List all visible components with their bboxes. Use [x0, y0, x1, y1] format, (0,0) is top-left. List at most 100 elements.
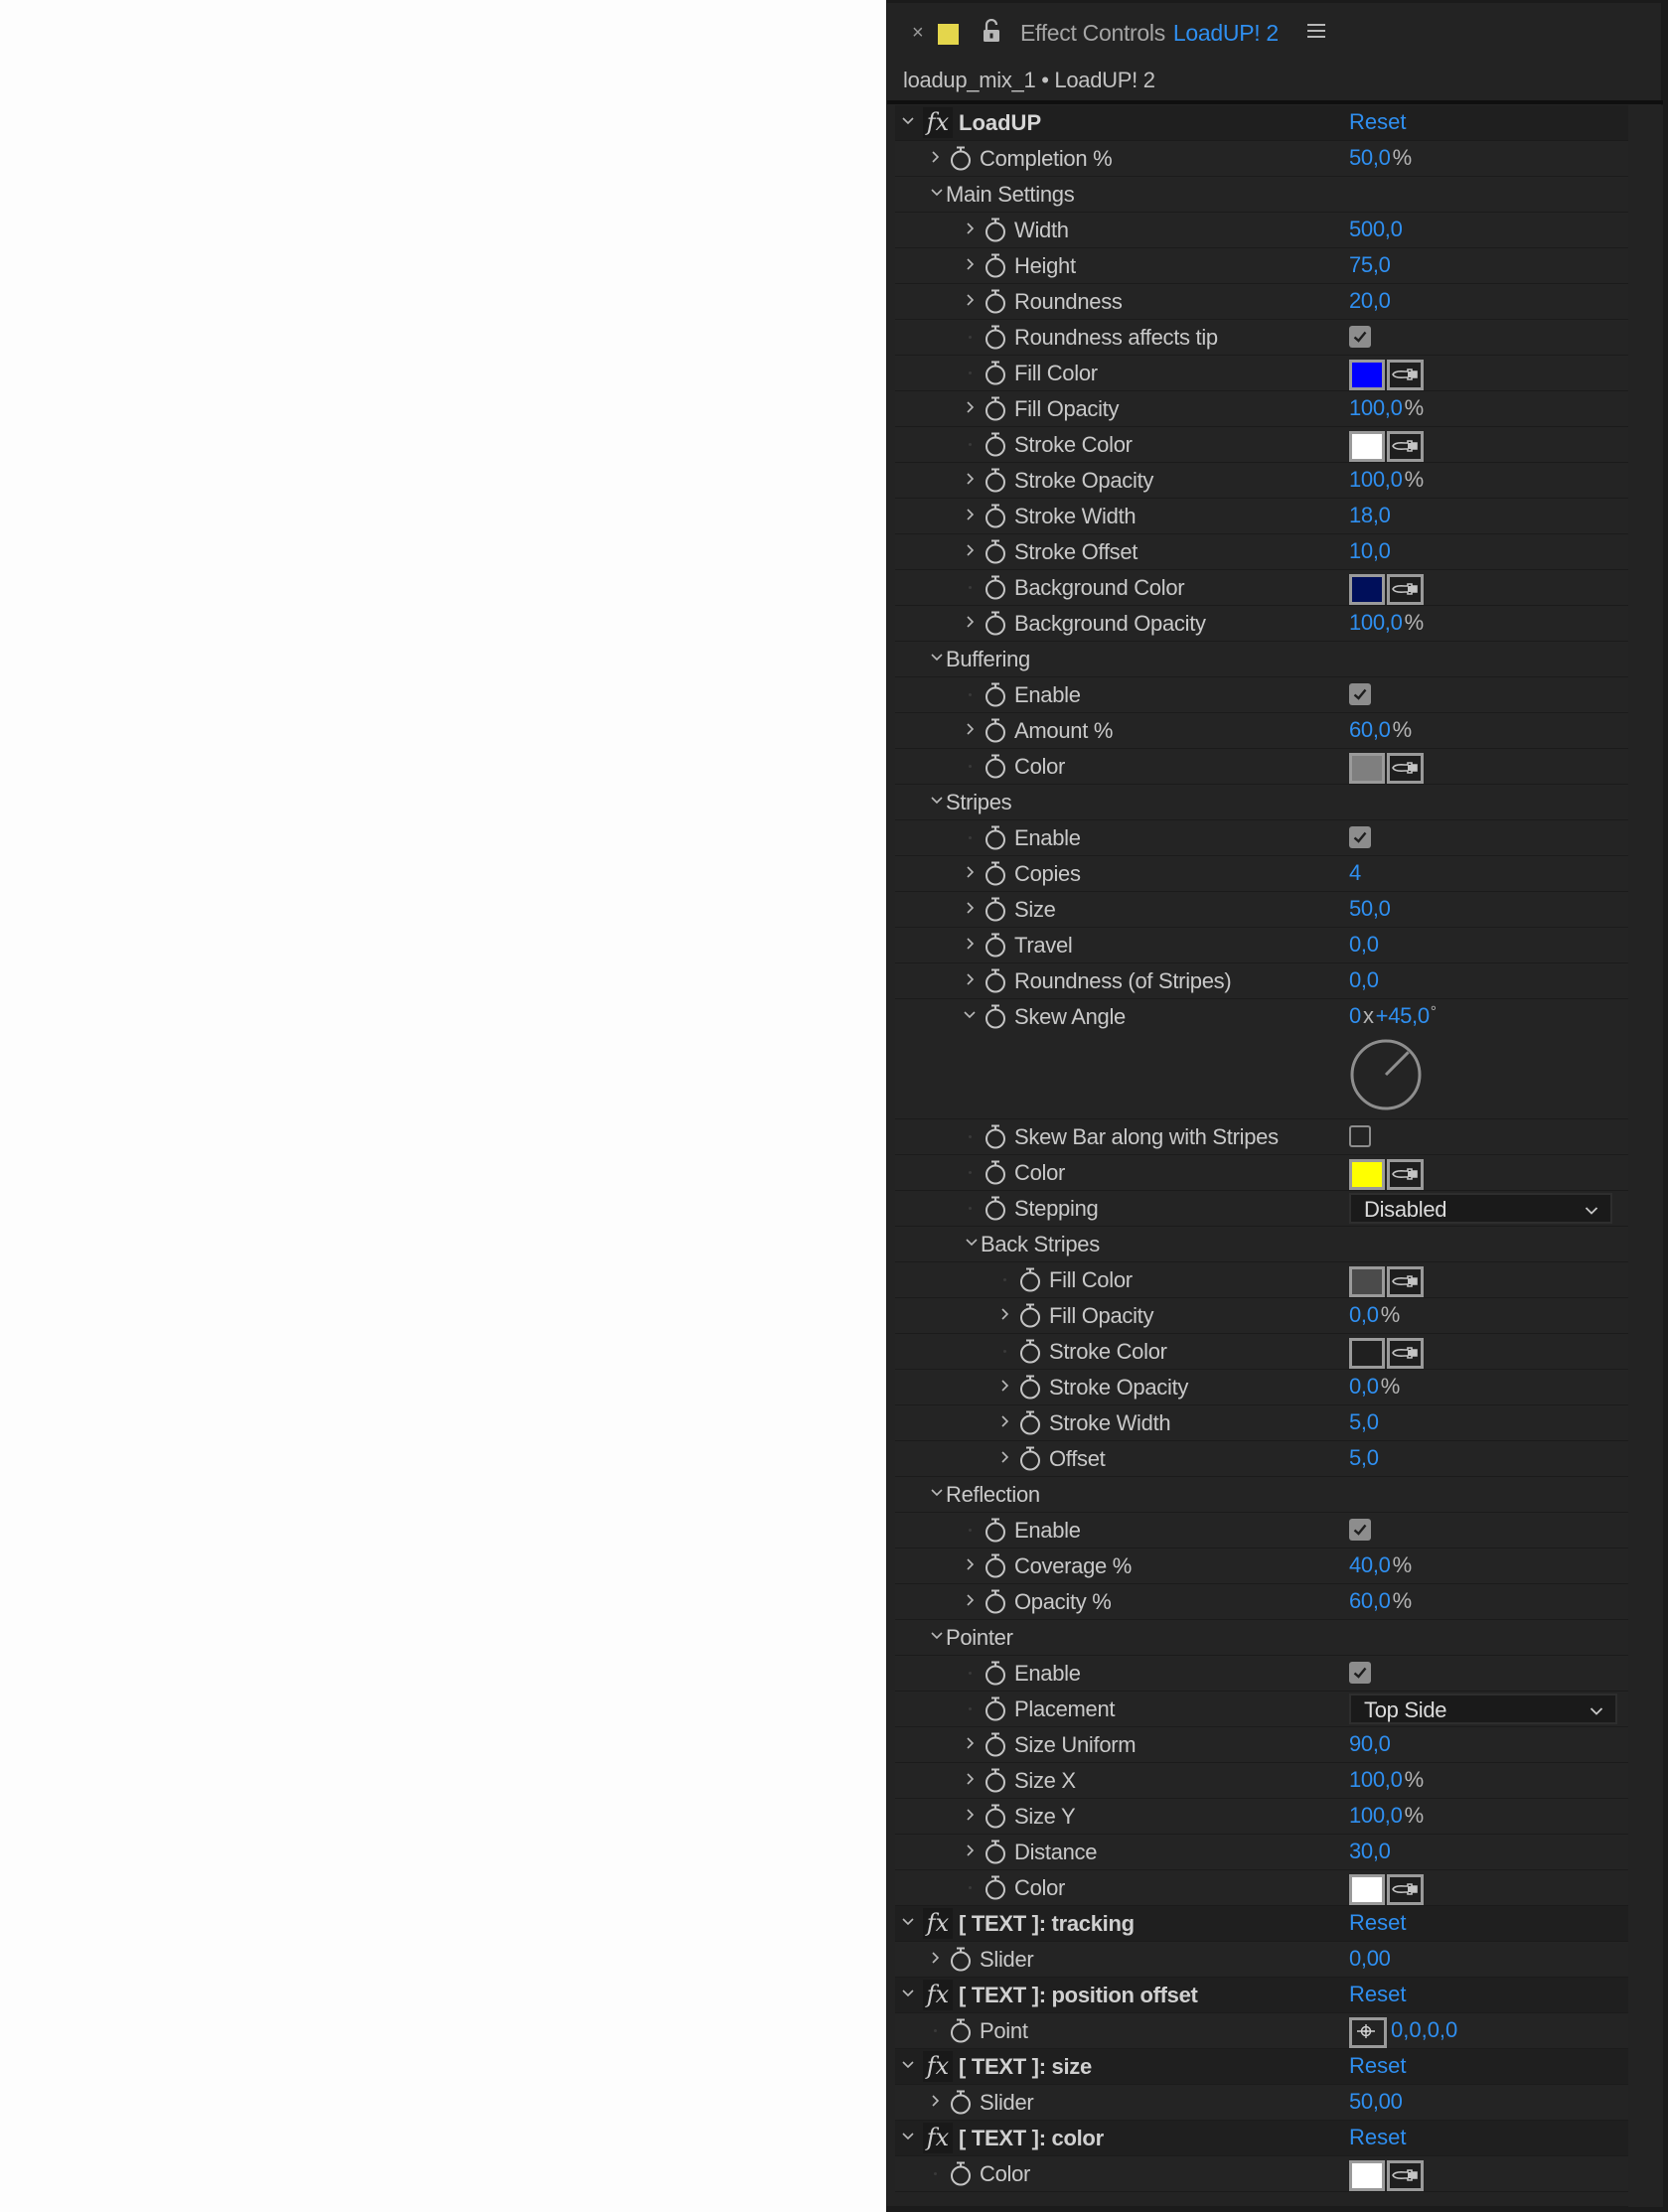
angle-revolutions[interactable]: 0: [1349, 1003, 1361, 1028]
value-number[interactable]: 10,0: [1349, 538, 1391, 563]
enable-checkbox[interactable]: [1349, 326, 1371, 348]
stopwatch-icon[interactable]: [985, 218, 1006, 242]
stopwatch-icon[interactable]: [985, 575, 1006, 600]
param-value[interactable]: 20,0: [1349, 288, 1391, 314]
enable-checkbox[interactable]: [1349, 1519, 1371, 1541]
chevron-right-icon[interactable]: [963, 1843, 977, 1857]
stopwatch-icon[interactable]: [985, 468, 1006, 493]
chevron-right-icon[interactable]: [997, 1450, 1011, 1464]
stopwatch-icon[interactable]: [985, 825, 1006, 850]
chevron-right-icon[interactable]: [997, 1307, 1011, 1321]
chevron-right-icon[interactable]: [963, 615, 977, 629]
chevron-right-icon[interactable]: [963, 937, 977, 951]
stopwatch-icon[interactable]: [985, 1696, 1006, 1721]
stopwatch-icon[interactable]: [985, 897, 1006, 922]
param-value[interactable]: 30,0: [1349, 1839, 1391, 1864]
stopwatch-icon[interactable]: [1019, 1410, 1041, 1435]
chevron-right-icon[interactable]: [997, 1379, 1011, 1393]
stopwatch-icon[interactable]: [950, 2090, 972, 2115]
angle-value[interactable]: 0x+45,0°: [1349, 1003, 1437, 1029]
eyedropper-icon[interactable]: [1387, 360, 1424, 390]
value-number[interactable]: 100,0: [1349, 467, 1403, 492]
stopwatch-icon[interactable]: [1019, 1339, 1041, 1364]
eyedropper-icon[interactable]: [1387, 1159, 1424, 1190]
stopwatch-icon[interactable]: [985, 861, 1006, 886]
stopwatch-icon[interactable]: [985, 611, 1006, 636]
chevron-right-icon[interactable]: [963, 722, 977, 736]
stopwatch-icon[interactable]: [985, 1004, 1006, 1029]
chevron-down-icon[interactable]: [930, 651, 944, 664]
chevron-right-icon[interactable]: [963, 472, 977, 486]
stopwatch-icon[interactable]: [1019, 1303, 1041, 1328]
value-number[interactable]: 0,0: [1349, 932, 1379, 957]
param-value[interactable]: 60,0%: [1349, 1588, 1412, 1614]
chevron-down-icon[interactable]: [965, 1236, 979, 1250]
param-value[interactable]: 100,0%: [1349, 610, 1424, 636]
fx-effect-icon[interactable]: fx: [923, 2123, 953, 2153]
color-swatch[interactable]: [1349, 1266, 1385, 1297]
param-value[interactable]: 0,0: [1349, 967, 1379, 993]
hamburger-menu-icon[interactable]: [1307, 24, 1325, 40]
stopwatch-icon[interactable]: [985, 1518, 1006, 1543]
stopwatch-icon[interactable]: [985, 682, 1006, 707]
stopwatch-icon[interactable]: [985, 504, 1006, 528]
chevron-right-icon[interactable]: [963, 257, 977, 271]
stopwatch-icon[interactable]: [1019, 1446, 1041, 1471]
stopwatch-icon[interactable]: [985, 1768, 1006, 1793]
angle-dial[interactable]: [1347, 1033, 1427, 1112]
stopwatch-icon[interactable]: [950, 146, 972, 171]
value-number[interactable]: 500,0: [1349, 217, 1403, 241]
param-value[interactable]: 50,0: [1349, 896, 1391, 922]
enable-checkbox[interactable]: [1349, 826, 1371, 848]
param-value[interactable]: 40,0%: [1349, 1552, 1412, 1578]
stopwatch-icon[interactable]: [985, 1160, 1006, 1185]
stopwatch-icon[interactable]: [950, 2161, 972, 2186]
chevron-down-icon[interactable]: [930, 1629, 944, 1643]
param-value[interactable]: 100,0%: [1349, 467, 1424, 493]
param-value[interactable]: 60,0%: [1349, 717, 1412, 743]
enable-checkbox[interactable]: [1349, 683, 1371, 705]
value-number[interactable]: 4: [1349, 860, 1361, 885]
chevron-right-icon[interactable]: [963, 901, 977, 915]
param-value[interactable]: 90,0: [1349, 1731, 1391, 1757]
chevron-right-icon[interactable]: [963, 508, 977, 521]
chevron-right-icon[interactable]: [963, 221, 977, 235]
param-value[interactable]: 5,0: [1349, 1445, 1379, 1471]
stopwatch-icon[interactable]: [985, 325, 1006, 350]
stopwatch-icon[interactable]: [985, 1553, 1006, 1578]
stopwatch-icon[interactable]: [985, 1124, 1006, 1149]
value-number[interactable]: 60,0: [1349, 717, 1391, 742]
value-number[interactable]: 50,00: [1349, 2089, 1403, 2114]
chevron-right-icon[interactable]: [963, 293, 977, 307]
eyedropper-icon[interactable]: [1387, 753, 1424, 784]
eyedropper-icon[interactable]: [1387, 574, 1424, 605]
point-value[interactable]: 0,0,0,0: [1391, 2017, 1457, 2043]
value-number[interactable]: 100,0: [1349, 1803, 1403, 1828]
stopwatch-icon[interactable]: [985, 1661, 1006, 1686]
stopwatch-icon[interactable]: [985, 1804, 1006, 1829]
chevron-down-icon[interactable]: [930, 186, 944, 200]
chevron-down-icon[interactable]: [901, 1915, 915, 1929]
value-number[interactable]: 0,0: [1349, 1302, 1379, 1327]
value-number[interactable]: 60,0: [1349, 1588, 1391, 1613]
param-value[interactable]: 0,0%: [1349, 1374, 1400, 1400]
chevron-right-icon[interactable]: [963, 1772, 977, 1786]
param-value[interactable]: 0,0: [1349, 932, 1379, 958]
chevron-right-icon[interactable]: [997, 1414, 1011, 1428]
enable-checkbox[interactable]: [1349, 1125, 1371, 1147]
param-value[interactable]: 50,00: [1349, 2089, 1403, 2115]
value-number[interactable]: 18,0: [1349, 503, 1391, 527]
stopwatch-icon[interactable]: [950, 1947, 972, 1972]
chevron-right-icon[interactable]: [963, 1557, 977, 1571]
param-value[interactable]: 100,0%: [1349, 1767, 1424, 1793]
stopwatch-icon[interactable]: [1019, 1267, 1041, 1292]
param-value[interactable]: 18,0: [1349, 503, 1391, 528]
chevron-right-icon[interactable]: [963, 400, 977, 414]
value-number[interactable]: 100,0: [1349, 1767, 1403, 1792]
angle-dial-needle[interactable]: [1384, 1051, 1410, 1077]
param-value[interactable]: 0,0%: [1349, 1302, 1400, 1328]
stopwatch-icon[interactable]: [1019, 1375, 1041, 1400]
color-swatch[interactable]: [1349, 431, 1385, 462]
eyedropper-icon[interactable]: [1387, 1874, 1424, 1905]
value-number[interactable]: 0,0: [1349, 967, 1379, 992]
